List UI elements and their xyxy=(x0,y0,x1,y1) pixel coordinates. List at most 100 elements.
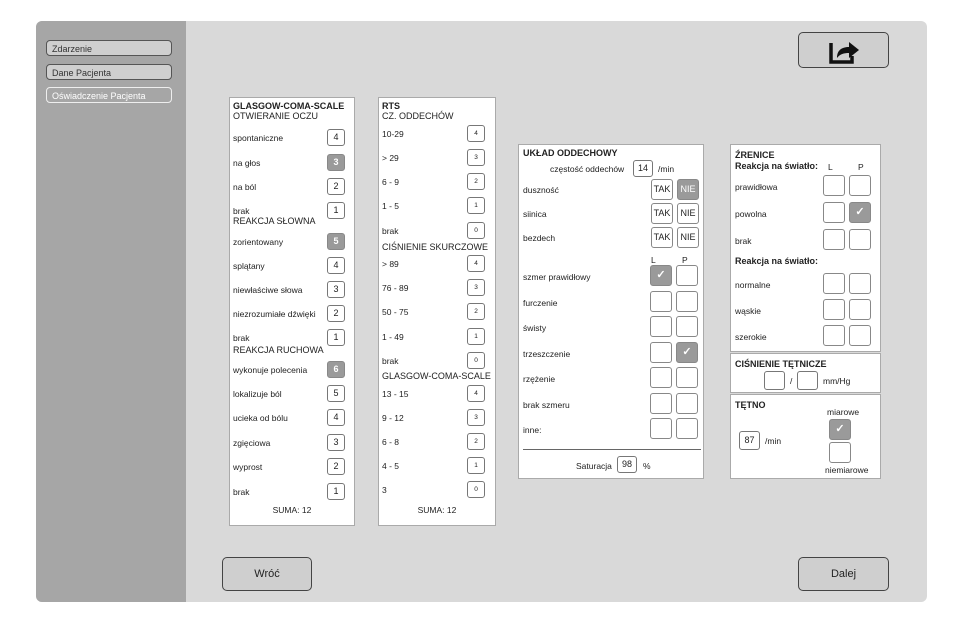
rts-resp-title: CZ. ODDECHÓW xyxy=(382,111,454,121)
right-lung-checkbox[interactable]: ✓ xyxy=(676,342,698,363)
rts-resp-score-box[interactable]: 4 xyxy=(467,125,485,142)
yes-button[interactable]: TAK xyxy=(651,203,673,224)
pupil-right-checkbox[interactable] xyxy=(849,175,871,196)
left-lung-checkbox[interactable] xyxy=(650,367,672,388)
respiratory-panel: UKŁAD ODDECHOWY częstość oddechów 14 /mi… xyxy=(518,144,704,479)
rts-gcs-score-box[interactable]: 3 xyxy=(467,409,485,426)
rts-gcs-label: 3 xyxy=(382,485,387,495)
right-lung-checkbox[interactable] xyxy=(676,316,698,337)
yes-button[interactable]: TAK xyxy=(651,179,673,200)
right-lung-checkbox[interactable] xyxy=(676,393,698,414)
left-lung-checkbox[interactable] xyxy=(650,316,672,337)
gcs-eyes-label: spontaniczne xyxy=(233,133,284,143)
left-lung-checkbox[interactable] xyxy=(650,342,672,363)
rts-bp-score-box[interactable]: 3 xyxy=(467,279,485,296)
rts-gcs-label: 6 - 8 xyxy=(382,437,400,447)
no-button[interactable]: NIE xyxy=(677,203,699,224)
rts-gcs-score-box[interactable]: 1 xyxy=(467,457,485,474)
gcs-motor-score-box[interactable]: 6 xyxy=(327,361,345,378)
pupil-reaction-label: prawidłowa xyxy=(735,182,778,192)
gcs-motor-score-box[interactable]: 5 xyxy=(327,385,345,402)
pupil-left-checkbox[interactable] xyxy=(823,273,845,294)
rts-bp-score-box[interactable]: 4 xyxy=(467,255,485,272)
yes-button[interactable]: TAK xyxy=(651,227,673,248)
resp-sound-label: świsty xyxy=(523,323,547,333)
pupil-right-checkbox[interactable] xyxy=(849,299,871,320)
pulse-input[interactable]: 87 xyxy=(739,431,760,450)
rts-gcs-score-box[interactable]: 0 xyxy=(467,481,485,498)
rts-resp-score-box[interactable]: 1 xyxy=(467,197,485,214)
rts-bp-score-box[interactable]: 2 xyxy=(467,303,485,320)
gcs-motor-label: zgięciowa xyxy=(233,438,271,448)
resp-sound-label: rzężenie xyxy=(523,374,556,384)
gcs-eyes-score-box[interactable]: 4 xyxy=(327,129,345,146)
rts-bp-title: CIŚNIENIE SKURCZOWE xyxy=(382,242,489,252)
pulse-regular-checkbox[interactable]: ✓ xyxy=(829,419,851,440)
gcs-verbal-score-box[interactable]: 3 xyxy=(327,281,345,298)
pupil-right-checkbox[interactable] xyxy=(849,273,871,294)
gcs-verbal-score-box[interactable]: 1 xyxy=(327,329,345,346)
pupils-size-title: Reakcja na światło: xyxy=(735,256,819,266)
pulse-irregular-checkbox[interactable] xyxy=(829,442,851,463)
bp-systolic-input[interactable] xyxy=(764,371,785,390)
rts-gcs-score-box[interactable]: 2 xyxy=(467,433,485,450)
no-button[interactable]: NIE xyxy=(677,227,699,248)
next-button[interactable]: Dalej xyxy=(798,557,889,591)
pupil-right-checkbox[interactable] xyxy=(849,229,871,250)
sidebar-item-dane-pacjenta[interactable]: Dane Pacjenta xyxy=(46,64,172,80)
gcs-verbal-score-box[interactable]: 2 xyxy=(327,305,345,322)
pupil-left-checkbox[interactable] xyxy=(823,202,845,223)
gcs-motor-score-box[interactable]: 2 xyxy=(327,458,345,475)
no-button[interactable]: NIE xyxy=(677,179,699,200)
gcs-motor-score-box[interactable]: 1 xyxy=(327,483,345,500)
gcs-eyes-label: na głos xyxy=(233,158,261,168)
back-button[interactable]: Wróć xyxy=(222,557,312,591)
gcs-motor-score-box[interactable]: 4 xyxy=(327,409,345,426)
right-lung-checkbox[interactable] xyxy=(676,418,698,439)
rts-gcs-label: 4 - 5 xyxy=(382,461,400,471)
pupil-size-label: normalne xyxy=(735,280,771,290)
rts-resp-score-box[interactable]: 0 xyxy=(467,222,485,239)
rts-bp-score-box[interactable]: 1 xyxy=(467,328,485,345)
pulse-title: TĘTNO xyxy=(735,400,766,410)
rts-gcs-score-box[interactable]: 4 xyxy=(467,385,485,402)
left-lung-checkbox[interactable] xyxy=(650,418,672,439)
resp-rate-input[interactable]: 14 xyxy=(633,160,653,177)
left-lung-checkbox[interactable] xyxy=(650,393,672,414)
left-lung-checkbox[interactable] xyxy=(650,291,672,312)
sidebar-item-oswiadczenie-pacjenta[interactable]: Oświadczenie Pacjenta xyxy=(46,87,172,103)
pupil-left-checkbox[interactable] xyxy=(823,325,845,346)
right-lung-checkbox[interactable] xyxy=(676,265,698,286)
pupil-left-checkbox[interactable] xyxy=(823,175,845,196)
pupil-right-checkbox[interactable]: ✓ xyxy=(849,202,871,223)
pupil-left-checkbox[interactable] xyxy=(823,299,845,320)
pupils-title: ŹRENICE xyxy=(735,150,775,160)
gcs-eyes-score-box[interactable]: 1 xyxy=(327,202,345,219)
pupil-left-checkbox[interactable] xyxy=(823,229,845,250)
resp-col-l: L xyxy=(651,255,656,265)
bp-title: CIŚNIENIE TĘTNICZE xyxy=(735,359,827,369)
resp-rate-unit: /min xyxy=(658,164,675,174)
bp-unit: mm/Hg xyxy=(823,376,851,386)
rts-bp-label: 50 - 75 xyxy=(382,307,409,317)
rts-resp-label: 1 - 5 xyxy=(382,201,400,211)
resp-sound-label: brak szmeru xyxy=(523,400,570,410)
gcs-eyes-score-box[interactable]: 2 xyxy=(327,178,345,195)
gcs-verbal-score-box[interactable]: 4 xyxy=(327,257,345,274)
rts-resp-score-box[interactable]: 3 xyxy=(467,149,485,166)
right-lung-checkbox[interactable] xyxy=(676,291,698,312)
gcs-eyes-label: na ból xyxy=(233,182,257,192)
saturation-input[interactable]: 98 xyxy=(617,456,637,473)
rts-bp-score-box[interactable]: 0 xyxy=(467,352,485,369)
left-lung-checkbox[interactable]: ✓ xyxy=(650,265,672,286)
gcs-eyes-score-box[interactable]: 3 xyxy=(327,154,345,171)
rts-resp-score-box[interactable]: 2 xyxy=(467,173,485,190)
bp-diastolic-input[interactable] xyxy=(797,371,818,390)
gcs-panel: GLASGOW-COMA-SCALE OTWIERANIE OCZU REAKC… xyxy=(229,97,355,526)
pupil-right-checkbox[interactable] xyxy=(849,325,871,346)
right-lung-checkbox[interactable] xyxy=(676,367,698,388)
gcs-verbal-score-box[interactable]: 5 xyxy=(327,233,345,250)
sidebar-item-zdarzenie[interactable]: Zdarzenie xyxy=(46,40,172,56)
gcs-motor-score-box[interactable]: 3 xyxy=(327,434,345,451)
export-button[interactable] xyxy=(798,32,889,68)
